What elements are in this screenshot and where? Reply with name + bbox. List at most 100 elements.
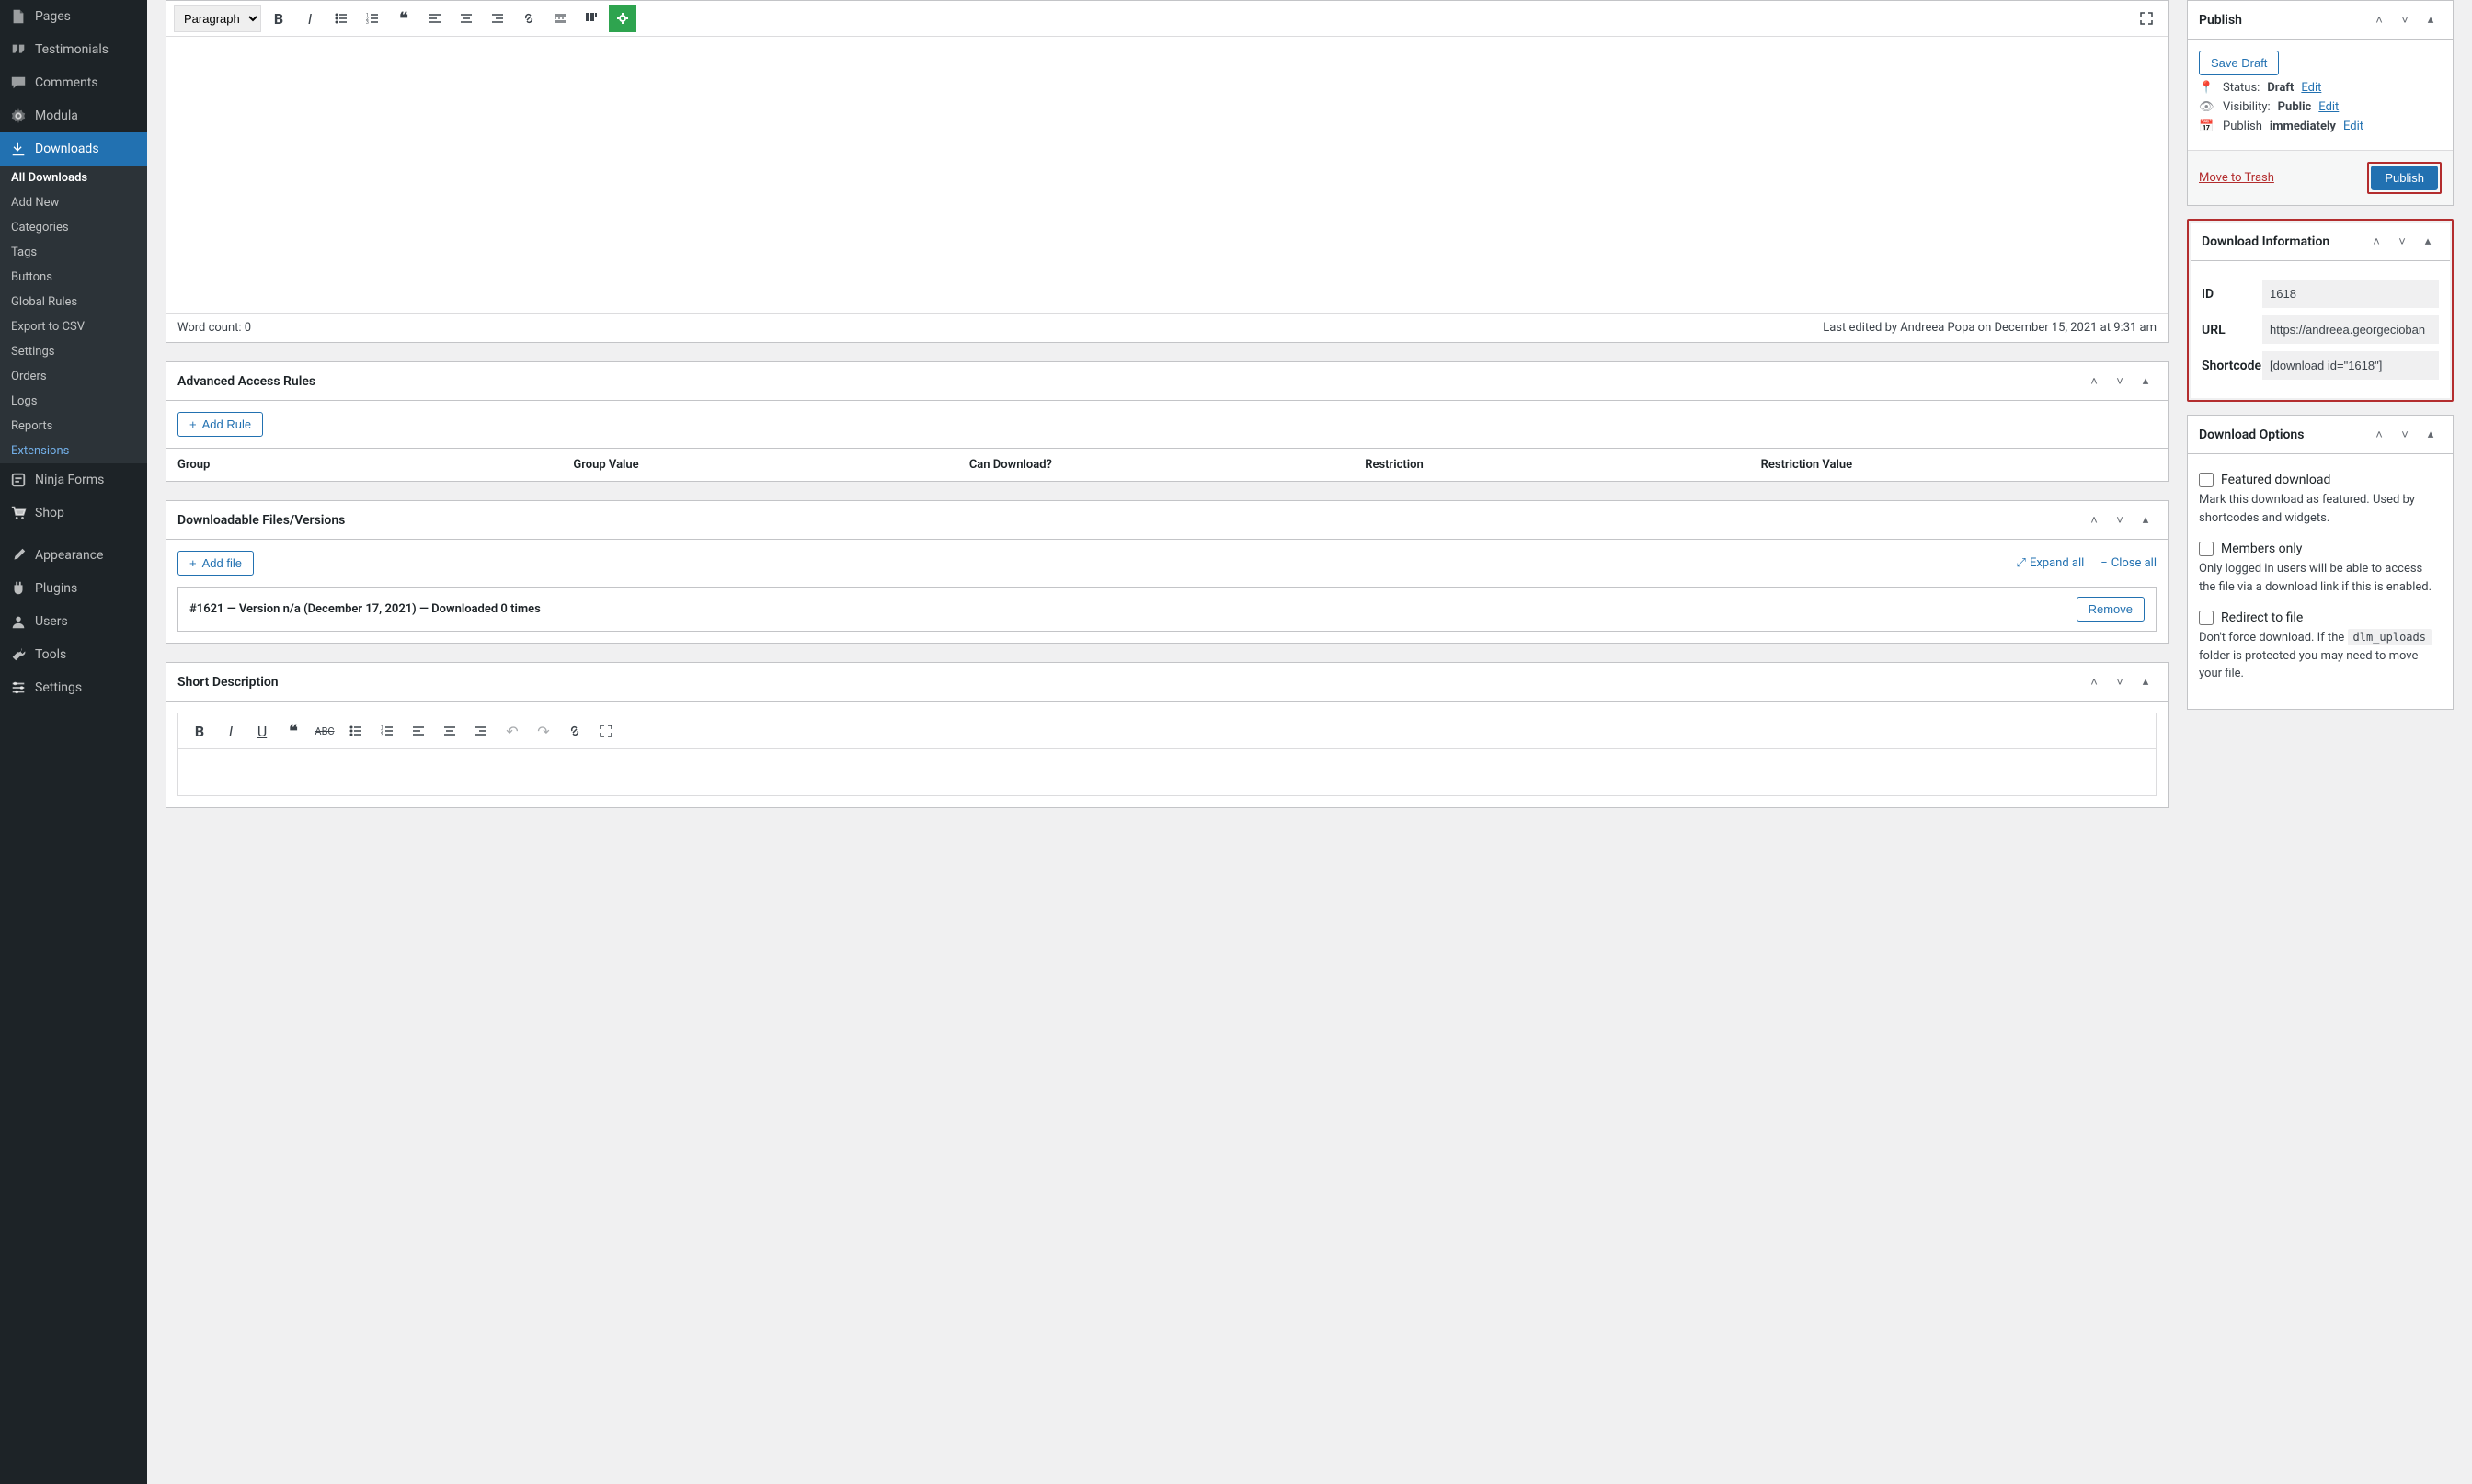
members-checkbox[interactable] bbox=[2199, 542, 2214, 556]
numbered-list-button[interactable]: 123 bbox=[359, 5, 386, 32]
format-select[interactable]: Paragraph bbox=[174, 5, 261, 32]
sidebar-item-label: Ninja Forms bbox=[35, 473, 104, 487]
move-down-icon[interactable]: ˅ bbox=[2391, 231, 2413, 253]
strikethrough-button[interactable]: ABC bbox=[311, 717, 338, 745]
toggle-icon[interactable]: ▴ bbox=[2420, 9, 2442, 31]
move-down-icon[interactable]: ˅ bbox=[2109, 509, 2131, 531]
toggle-icon[interactable]: ▴ bbox=[2134, 509, 2157, 531]
sidebar-sub-logs[interactable]: Logs bbox=[0, 389, 147, 414]
sidebar-sub-orders[interactable]: Orders bbox=[0, 364, 147, 389]
link-button[interactable] bbox=[515, 5, 543, 32]
italic-button[interactable]: I bbox=[217, 717, 245, 745]
move-to-trash-link[interactable]: Move to Trash bbox=[2199, 171, 2274, 185]
sidebar-item-downloads[interactable]: Downloads bbox=[0, 132, 147, 166]
align-left-button[interactable] bbox=[405, 717, 432, 745]
id-field[interactable] bbox=[2262, 280, 2439, 308]
remove-file-button[interactable]: Remove bbox=[2077, 597, 2145, 622]
move-up-icon[interactable]: ˄ bbox=[2365, 231, 2387, 253]
sidebar-sub-tags[interactable]: Tags bbox=[0, 240, 147, 265]
featured-download-option[interactable]: Featured download bbox=[2199, 473, 2442, 487]
sidebar-sub-settings[interactable]: Settings bbox=[0, 339, 147, 364]
link-button[interactable] bbox=[561, 717, 589, 745]
sidebar-item-users[interactable]: Users bbox=[0, 605, 147, 638]
fullscreen-button[interactable] bbox=[2133, 5, 2160, 32]
members-only-option[interactable]: Members only bbox=[2199, 542, 2442, 556]
sidebar-item-label: Downloads bbox=[35, 142, 99, 156]
sidebar-sub-buttons[interactable]: Buttons bbox=[0, 265, 147, 290]
edit-publish-date-link[interactable]: Edit bbox=[2343, 120, 2363, 133]
redirect-checkbox[interactable] bbox=[2199, 611, 2214, 625]
blockquote-button[interactable]: ❝ bbox=[280, 717, 307, 745]
move-down-icon[interactable]: ˅ bbox=[2394, 9, 2416, 31]
sidebar-item-plugins[interactable]: Plugins bbox=[0, 572, 147, 605]
sidebar-item-settings[interactable]: Settings bbox=[0, 671, 147, 704]
url-field[interactable] bbox=[2262, 315, 2439, 344]
expand-all-link[interactable]: ⤢Expand all bbox=[2017, 556, 2085, 570]
move-up-icon[interactable]: ˄ bbox=[2083, 509, 2105, 531]
shortcode-field[interactable] bbox=[2262, 351, 2439, 380]
italic-button[interactable]: I bbox=[296, 5, 324, 32]
bold-button[interactable]: B bbox=[265, 5, 292, 32]
sidebar-item-testimonials[interactable]: Testimonials bbox=[0, 33, 147, 66]
download-icon bbox=[9, 140, 28, 158]
undo-button[interactable]: ↶ bbox=[498, 717, 526, 745]
move-down-icon[interactable]: ˅ bbox=[2109, 671, 2131, 693]
save-draft-button[interactable]: Save Draft bbox=[2199, 51, 2279, 75]
align-right-button[interactable] bbox=[467, 717, 495, 745]
sidebar-item-ninja-forms[interactable]: Ninja Forms bbox=[0, 463, 147, 497]
underline-button[interactable]: U bbox=[248, 717, 276, 745]
blockquote-button[interactable]: ❝ bbox=[390, 5, 418, 32]
move-down-icon[interactable]: ˅ bbox=[2394, 424, 2416, 446]
toggle-icon[interactable]: ▴ bbox=[2420, 424, 2442, 446]
featured-checkbox[interactable] bbox=[2199, 473, 2214, 487]
sidebar-sub-global-rules[interactable]: Global Rules bbox=[0, 290, 147, 314]
sidebar-item-shop[interactable]: Shop bbox=[0, 497, 147, 530]
sidebar-sub-categories[interactable]: Categories bbox=[0, 215, 147, 240]
sidebar-item-tools[interactable]: Tools bbox=[0, 638, 147, 671]
align-center-button[interactable] bbox=[452, 5, 480, 32]
toggle-icon[interactable]: ▴ bbox=[2417, 231, 2439, 253]
sidebar-sub-extensions[interactable]: Extensions bbox=[0, 439, 147, 463]
add-rule-button[interactable]: +Add Rule bbox=[177, 412, 263, 437]
add-file-button[interactable]: +Add file bbox=[177, 551, 254, 576]
redirect-option[interactable]: Redirect to file bbox=[2199, 611, 2442, 625]
sidebar-sub-add-new[interactable]: Add New bbox=[0, 190, 147, 215]
editor-content-area[interactable] bbox=[166, 37, 2168, 313]
align-center-button[interactable] bbox=[436, 717, 464, 745]
move-up-icon[interactable]: ˄ bbox=[2083, 671, 2105, 693]
move-down-icon[interactable]: ˅ bbox=[2109, 371, 2131, 393]
close-all-link[interactable]: −Close all bbox=[2100, 556, 2157, 570]
sidebar-sub-reports[interactable]: Reports bbox=[0, 414, 147, 439]
sidebar-item-comments[interactable]: Comments bbox=[0, 66, 147, 99]
plus-icon: + bbox=[189, 417, 197, 431]
sidebar-item-modula[interactable]: Modula bbox=[0, 99, 147, 132]
bold-button[interactable]: B bbox=[186, 717, 213, 745]
content-editor: Paragraph B I 123 ❝ Word count: 0 Last e… bbox=[166, 0, 2169, 343]
publish-button[interactable]: Publish bbox=[2371, 166, 2438, 190]
edit-visibility-link[interactable]: Edit bbox=[2318, 100, 2339, 114]
bullet-list-button[interactable] bbox=[342, 717, 370, 745]
numbered-list-button[interactable]: 123 bbox=[373, 717, 401, 745]
short-desc-content[interactable] bbox=[178, 749, 2156, 795]
sidebar-sub-all-downloads[interactable]: All Downloads bbox=[0, 166, 147, 190]
insert-download-button[interactable] bbox=[609, 5, 636, 32]
sidebar-sub-export-csv[interactable]: Export to CSV bbox=[0, 314, 147, 339]
members-desc: Only logged in users will be able to acc… bbox=[2199, 560, 2442, 596]
col-restriction: Restriction bbox=[1365, 458, 1760, 472]
sidebar-item-pages[interactable]: Pages bbox=[0, 0, 147, 33]
toggle-icon[interactable]: ▴ bbox=[2134, 671, 2157, 693]
move-up-icon[interactable]: ˄ bbox=[2368, 424, 2390, 446]
align-left-button[interactable] bbox=[421, 5, 449, 32]
move-up-icon[interactable]: ˄ bbox=[2368, 9, 2390, 31]
bullet-list-button[interactable] bbox=[327, 5, 355, 32]
readmore-button[interactable] bbox=[546, 5, 574, 32]
fullscreen-button[interactable] bbox=[592, 717, 620, 745]
move-up-icon[interactable]: ˄ bbox=[2083, 371, 2105, 393]
file-version-row[interactable]: #1621 — Version n/a (December 17, 2021) … bbox=[177, 587, 2157, 632]
align-right-button[interactable] bbox=[484, 5, 511, 32]
sidebar-item-appearance[interactable]: Appearance bbox=[0, 539, 147, 572]
toolbar-toggle-button[interactable] bbox=[578, 5, 605, 32]
toggle-icon[interactable]: ▴ bbox=[2134, 371, 2157, 393]
edit-status-link[interactable]: Edit bbox=[2301, 81, 2321, 95]
redo-button[interactable]: ↷ bbox=[530, 717, 557, 745]
